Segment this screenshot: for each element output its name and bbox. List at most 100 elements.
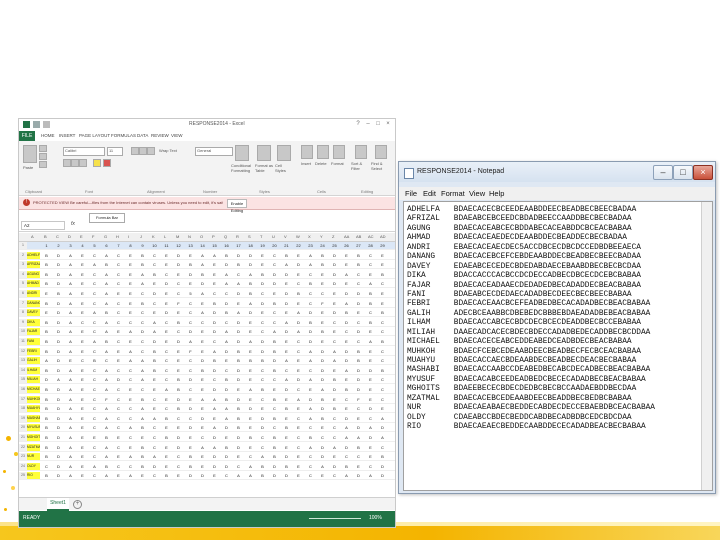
answer-cell[interactable]: D <box>173 434 184 441</box>
answer-cell[interactable]: C <box>245 453 256 460</box>
answer-cell[interactable]: D <box>365 367 376 374</box>
answer-cell[interactable]: E <box>113 328 124 335</box>
answer-cell[interactable]: D <box>161 280 172 287</box>
column-header[interactable]: J <box>140 234 142 239</box>
answer-cell[interactable]: C <box>221 367 232 374</box>
answer-cell[interactable]: E <box>149 280 160 287</box>
answer-cell[interactable]: E <box>317 271 328 278</box>
answer-cell[interactable]: B <box>245 280 256 287</box>
answer-cell[interactable]: E <box>125 386 136 393</box>
answer-cell[interactable]: E <box>185 444 196 451</box>
answer-cell[interactable]: D <box>269 357 280 364</box>
answer-cell[interactable]: C <box>89 415 100 422</box>
answer-cell[interactable]: E <box>77 338 88 345</box>
answer-cell[interactable]: D <box>341 319 352 326</box>
answer-cell[interactable]: B <box>161 434 172 441</box>
answer-cell[interactable]: E <box>269 386 280 393</box>
answer-cell[interactable]: E <box>245 319 256 326</box>
answer-cell[interactable]: C <box>257 367 268 374</box>
undo-icon[interactable] <box>33 121 40 128</box>
answer-cell[interactable]: C <box>125 376 136 383</box>
answer-cell[interactable]: E <box>77 367 88 374</box>
answer-cell[interactable]: D <box>209 309 220 316</box>
answer-cell[interactable]: B <box>101 309 112 316</box>
answer-cell[interactable]: D <box>377 424 388 431</box>
answer-cell[interactable]: A <box>125 424 136 431</box>
answer-cell[interactable]: A <box>65 309 76 316</box>
find-select-icon[interactable] <box>375 145 387 159</box>
answer-cell[interactable]: D <box>197 280 208 287</box>
answer-cell[interactable]: E <box>293 367 304 374</box>
answer-cell[interactable]: D <box>221 348 232 355</box>
answer-cell[interactable]: D <box>149 290 160 297</box>
answer-cell[interactable]: A <box>305 261 316 268</box>
answer-cell[interactable]: C <box>293 348 304 355</box>
answer-cell[interactable]: A <box>329 357 340 364</box>
answer-cell[interactable]: A <box>101 319 112 326</box>
answer-cell[interactable]: C <box>149 424 160 431</box>
answer-cell[interactable]: C <box>41 463 52 470</box>
answer-cell[interactable]: B <box>173 376 184 383</box>
answer-cell[interactable]: C <box>257 396 268 403</box>
answer-cell[interactable]: A <box>101 424 112 431</box>
answer-cell[interactable]: E <box>77 300 88 307</box>
answer-cell[interactable]: E <box>317 319 328 326</box>
answer-cell[interactable]: A <box>353 434 364 441</box>
answer-cell[interactable]: C <box>257 434 268 441</box>
column-header[interactable]: F <box>92 234 94 239</box>
answer-cell[interactable]: E <box>365 376 376 383</box>
answer-cell[interactable]: E <box>197 348 208 355</box>
answer-cell[interactable]: E <box>125 396 136 403</box>
answer-cell[interactable]: C <box>377 376 388 383</box>
answer-cell[interactable]: D <box>185 376 196 383</box>
copy-icon[interactable] <box>39 153 47 160</box>
answer-cell[interactable]: D <box>281 386 292 393</box>
column-header[interactable]: S <box>248 234 251 239</box>
answer-cell[interactable]: 19 <box>257 242 268 249</box>
answer-cell[interactable]: E <box>293 463 304 470</box>
tab-review[interactable]: REVIEW <box>151 133 169 138</box>
column-header[interactable]: AB <box>356 234 361 239</box>
answer-cell[interactable]: D <box>149 463 160 470</box>
answer-cell[interactable]: E <box>293 357 304 364</box>
menu-help[interactable]: Help <box>489 189 504 198</box>
answer-cell[interactable]: B <box>245 434 256 441</box>
answer-cell[interactable]: 2 <box>53 242 64 249</box>
answer-cell[interactable]: A <box>245 271 256 278</box>
answer-cell[interactable]: B <box>149 357 160 364</box>
answer-cell[interactable]: A <box>65 472 76 479</box>
answer-cell[interactable]: E <box>77 290 88 297</box>
answer-cell[interactable]: B <box>269 453 280 460</box>
answer-cell[interactable]: E <box>77 328 88 335</box>
answer-cell[interactable]: E <box>149 376 160 383</box>
answer-cell[interactable]: A <box>125 348 136 355</box>
answer-cell[interactable]: C <box>377 396 388 403</box>
column-header[interactable]: W <box>296 234 300 239</box>
tab-data[interactable]: DATA <box>137 133 148 138</box>
fill-color-icon[interactable] <box>93 159 101 167</box>
answer-cell[interactable]: E <box>89 434 100 441</box>
answer-cell[interactable]: C <box>281 367 292 374</box>
answer-cell[interactable]: B <box>233 348 244 355</box>
answer-cell[interactable]: C <box>113 463 124 470</box>
answer-cell[interactable]: A <box>209 252 220 259</box>
answer-cell[interactable]: A <box>281 261 292 268</box>
answer-cell[interactable]: E <box>209 280 220 287</box>
answer-cell[interactable]: C <box>269 261 280 268</box>
answer-cell[interactable]: C <box>257 290 268 297</box>
menu-edit[interactable]: Edit <box>423 189 436 198</box>
answer-cell[interactable]: C <box>365 415 376 422</box>
answer-cell[interactable]: A <box>209 444 220 451</box>
answer-cell[interactable]: A <box>209 348 220 355</box>
answer-cell[interactable]: A <box>329 348 340 355</box>
maximize-icon[interactable]: □ <box>375 121 381 127</box>
answer-cell[interactable]: E <box>149 386 160 393</box>
answer-cell[interactable]: E <box>293 271 304 278</box>
answer-cell[interactable]: B <box>173 386 184 393</box>
answer-cell[interactable]: C <box>257 328 268 335</box>
answer-cell[interactable]: B <box>365 290 376 297</box>
column-header[interactable]: V <box>284 234 287 239</box>
answer-cell[interactable]: B <box>353 348 364 355</box>
align-right-icon[interactable] <box>147 147 155 155</box>
tab-file[interactable]: FILE <box>19 131 35 141</box>
